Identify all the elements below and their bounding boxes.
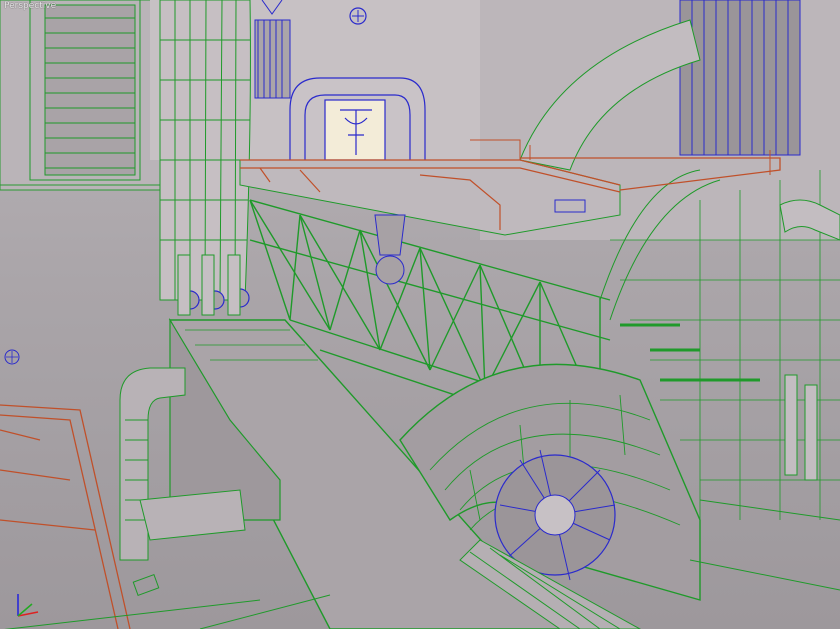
3d-scene-wireframe [0,0,840,629]
doorway [289,77,426,161]
perspective-viewport[interactable]: Perspective [0,0,840,629]
axis-tripod-icon [17,594,39,617]
vertical-pipes [177,254,241,316]
viewport-label[interactable]: Perspective [4,1,56,11]
storage-tank [679,0,801,156]
vent-grille [29,0,141,181]
turbine-small [374,214,406,285]
